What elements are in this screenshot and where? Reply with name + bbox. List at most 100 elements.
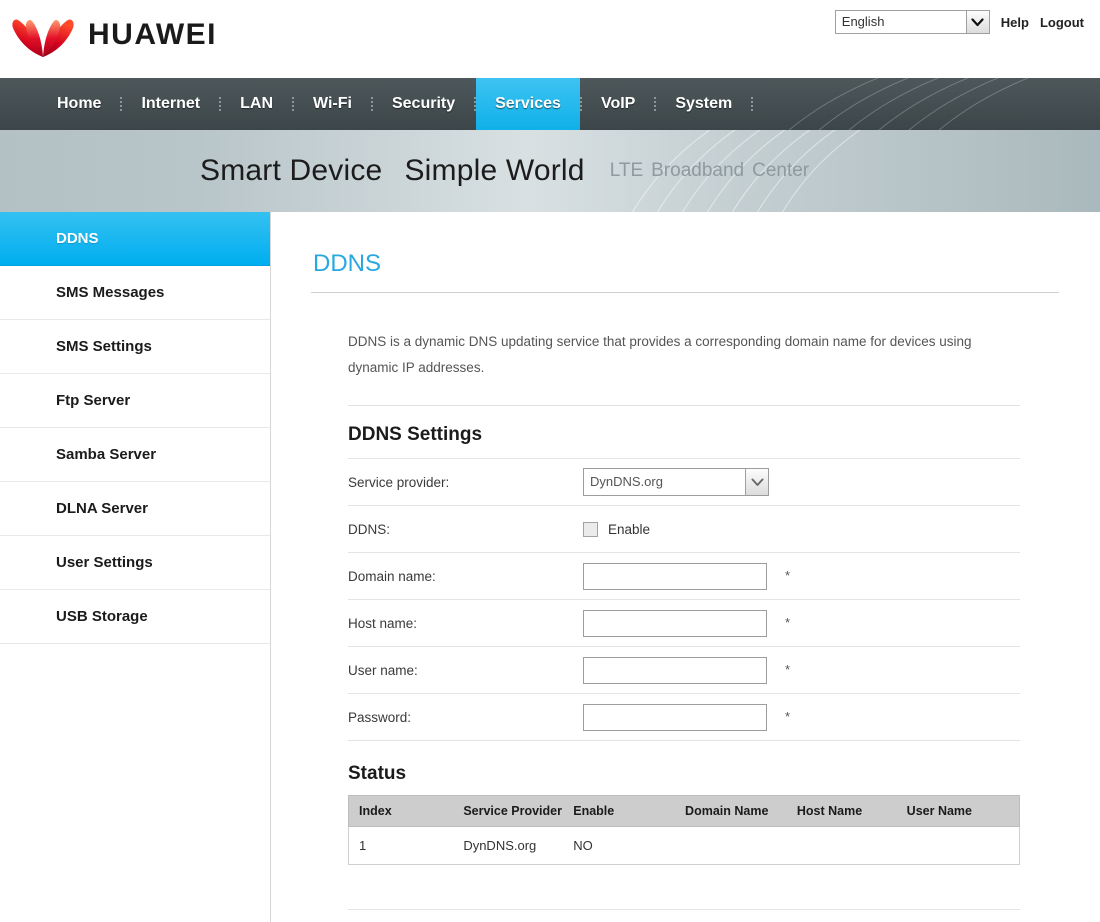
required-marker: * bbox=[785, 615, 791, 630]
column-header-enable: Enable bbox=[563, 795, 676, 827]
sidebar-item-samba-server[interactable]: Samba Server bbox=[0, 428, 270, 482]
form-row-user-name: User name: * bbox=[348, 646, 1020, 693]
nav-items: Home Internet LAN Wi-Fi Security Service… bbox=[0, 78, 1100, 130]
page-bottom-divider bbox=[348, 909, 1020, 910]
content-inner: DDNS DDNS is a dynamic DNS updating serv… bbox=[271, 212, 1100, 910]
logout-link[interactable]: Logout bbox=[1040, 15, 1084, 30]
form-row-service-provider: Service provider: DynDNS.org bbox=[348, 458, 1020, 505]
banner-slogan: Smart Device Simple World bbox=[200, 154, 585, 188]
sidebar-item-user-settings[interactable]: User Settings bbox=[0, 536, 270, 590]
nav-separator-icon bbox=[120, 97, 123, 111]
column-header-domain-name: Domain Name bbox=[675, 795, 787, 827]
host-name-input[interactable] bbox=[583, 609, 767, 637]
cell-enable: NO bbox=[563, 826, 676, 865]
cell-user-name bbox=[896, 826, 1020, 865]
ddns-enable-control: Enable bbox=[583, 521, 651, 537]
page-description: DDNS is a dynamic DNS updating service t… bbox=[348, 334, 972, 375]
help-link[interactable]: Help bbox=[1001, 15, 1029, 30]
page-title: DDNS bbox=[313, 250, 382, 277]
ddns-label: DDNS: bbox=[348, 521, 391, 537]
nav-item-security[interactable]: Security bbox=[373, 78, 474, 130]
nav-item-wifi[interactable]: Wi-Fi bbox=[294, 78, 371, 130]
banner-text: Smart Device Simple World LTE Broadband Cen… bbox=[200, 130, 817, 212]
sidebar-item-usb-storage[interactable]: USB Storage bbox=[0, 590, 270, 644]
form-row-domain-name: Domain name: * bbox=[348, 552, 1020, 599]
sidebar-item-sms-settings[interactable]: SMS Settings bbox=[0, 320, 270, 374]
user-name-label: User name: bbox=[348, 662, 418, 678]
required-marker: * bbox=[785, 709, 791, 724]
service-provider-control: DynDNS.org bbox=[583, 468, 769, 496]
form-bottom-divider bbox=[348, 740, 1020, 741]
nav-separator-icon bbox=[474, 97, 477, 111]
ddns-enable-checkbox[interactable] bbox=[583, 521, 598, 537]
nav-item-internet[interactable]: Internet bbox=[122, 78, 219, 130]
sidebar-item-sms-messages[interactable]: SMS Messages bbox=[0, 266, 270, 320]
domain-name-control: * bbox=[583, 562, 791, 590]
section-divider bbox=[348, 405, 1020, 406]
banner-slogan-part2: Simple World bbox=[404, 154, 585, 187]
sidebar-menu: DDNS SMS Messages SMS Settings Ftp Serve… bbox=[0, 212, 271, 922]
required-marker: * bbox=[785, 662, 791, 677]
chevron-down-icon bbox=[965, 11, 989, 33]
form-row-ddns-enable: DDNS: Enable bbox=[348, 505, 1020, 552]
marketing-banner: Smart Device Simple World LTE Broadband Cen… bbox=[0, 130, 1100, 212]
language-select[interactable]: English bbox=[834, 10, 990, 34]
user-name-input[interactable] bbox=[583, 656, 767, 684]
brand-logo: HUAWEI bbox=[10, 12, 217, 58]
main-navigation-bar: Home Internet LAN Wi-Fi Security Service… bbox=[0, 78, 1100, 130]
banner-subtitle: LTE Broadband Center bbox=[610, 160, 817, 182]
title-divider bbox=[311, 292, 1059, 293]
nav-item-home[interactable]: Home bbox=[38, 78, 120, 130]
banner-sub-part2: Broadband bbox=[651, 160, 745, 181]
password-label: Password: bbox=[348, 709, 412, 725]
cell-host-name bbox=[786, 826, 897, 865]
banner-sub-part3: Center bbox=[752, 160, 810, 181]
status-heading: Status bbox=[348, 763, 407, 784]
nav-separator-icon bbox=[579, 97, 582, 111]
ddns-settings-heading: DDNS Settings bbox=[348, 424, 483, 445]
sidebar-item-dlna-server[interactable]: DLNA Server bbox=[0, 482, 270, 536]
page-body: DDNS SMS Messages SMS Settings Ftp Serve… bbox=[0, 212, 1100, 922]
sidebar-item-ftp-server[interactable]: Ftp Server bbox=[0, 374, 270, 428]
main-content: SetupRouter.co DDNS DDNS is a dynamic DN… bbox=[271, 212, 1100, 922]
password-input[interactable] bbox=[583, 703, 767, 731]
nav-separator-icon bbox=[751, 97, 754, 111]
nav-separator-icon bbox=[370, 97, 373, 111]
form-row-host-name: Host name: * bbox=[348, 599, 1020, 646]
nav-separator-icon bbox=[654, 97, 657, 111]
cell-service-provider: DynDNS.org bbox=[453, 826, 564, 865]
brand-name: HUAWEI bbox=[88, 18, 217, 51]
cell-index: 1 bbox=[348, 826, 454, 865]
nav-item-lan[interactable]: LAN bbox=[221, 78, 292, 130]
nav-item-system[interactable]: System bbox=[656, 78, 751, 130]
form-row-password: Password: * bbox=[348, 693, 1020, 740]
table-header-row: Index Service Provider Enable Domain Nam… bbox=[348, 795, 1020, 827]
host-name-control: * bbox=[583, 609, 791, 637]
column-header-host-name: Host Name bbox=[786, 795, 897, 827]
nav-separator-icon bbox=[219, 97, 222, 111]
header-actions: English Help Logout bbox=[834, 10, 1084, 34]
nav-separator-icon bbox=[292, 97, 295, 111]
user-name-control: * bbox=[583, 656, 791, 684]
ddns-status-table: Index Service Provider Enable Domain Nam… bbox=[348, 795, 1020, 865]
column-header-user-name: User Name bbox=[896, 795, 1020, 827]
domain-name-input[interactable] bbox=[583, 562, 767, 590]
service-provider-label: Service provider: bbox=[348, 474, 450, 490]
table-row[interactable]: 1 DynDNS.org NO bbox=[348, 826, 1020, 865]
required-marker: * bbox=[785, 568, 791, 583]
domain-name-label: Domain name: bbox=[348, 568, 436, 584]
host-name-label: Host name: bbox=[348, 615, 418, 631]
ddns-enable-label: Enable bbox=[608, 521, 651, 537]
huawei-flower-logo-icon bbox=[12, 19, 74, 57]
top-header-bar: HUAWEI English Help Logout bbox=[0, 0, 1100, 78]
cell-domain-name bbox=[675, 826, 787, 865]
column-header-service-provider: Service Provider bbox=[453, 795, 564, 827]
nav-item-services[interactable]: Services bbox=[476, 78, 580, 130]
service-provider-select[interactable]: DynDNS.org bbox=[583, 468, 769, 496]
sidebar-item-ddns[interactable]: DDNS bbox=[0, 212, 270, 266]
language-select-value: English bbox=[841, 14, 885, 29]
password-control: * bbox=[583, 703, 791, 731]
service-provider-value: DynDNS.org bbox=[590, 474, 663, 489]
nav-item-voip[interactable]: VoIP bbox=[582, 78, 654, 130]
